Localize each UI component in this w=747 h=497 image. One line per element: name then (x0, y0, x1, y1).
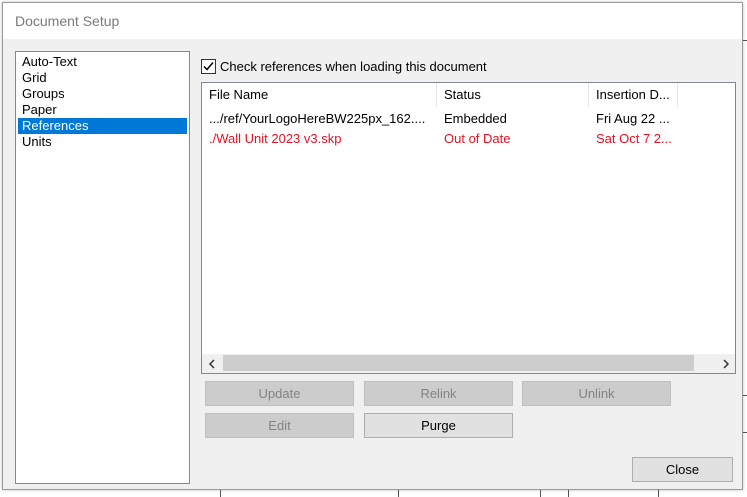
references-list[interactable]: File Name Status Insertion D... .../ref/… (201, 82, 736, 374)
document-setup-dialog: Document Setup Auto-Text Grid Groups Pap… (2, 2, 743, 490)
file-name-cell: .../ref/YourLogoHereBW225px_162.... (209, 111, 426, 126)
drawing-line (658, 490, 659, 497)
category-list[interactable]: Auto-Text Grid Groups Paper References U… (15, 51, 190, 484)
table-row[interactable]: ./Wall Unit 2023 v3.skp Out of Date Sat … (202, 129, 735, 149)
scroll-thumb[interactable] (223, 355, 694, 371)
references-list-header: File Name Status Insertion D... (202, 83, 735, 107)
status-cell: Out of Date (444, 131, 511, 146)
drawing-line (398, 490, 399, 497)
drawing-line (743, 432, 747, 433)
drawing-line (743, 395, 747, 396)
category-item-grid[interactable]: Grid (18, 70, 187, 86)
dialog-title: Document Setup (15, 13, 120, 29)
checkmark-icon (203, 61, 214, 71)
category-item-auto-text[interactable]: Auto-Text (18, 54, 187, 70)
column-header-insertion-date[interactable]: Insertion D... (589, 83, 678, 107)
drawing-line (540, 490, 541, 497)
file-name-cell: ./Wall Unit 2023 v3.skp (209, 131, 342, 146)
category-item-groups[interactable]: Groups (18, 86, 187, 102)
update-button[interactable]: Update (205, 381, 354, 406)
check-references-option[interactable]: Check references when loading this docum… (201, 57, 487, 75)
references-list-body: .../ref/YourLogoHereBW225px_162.... Embe… (202, 109, 735, 149)
column-header-status[interactable]: Status (437, 83, 589, 107)
category-item-references[interactable]: References (18, 118, 187, 134)
check-references-label: Check references when loading this docum… (220, 58, 487, 74)
table-row[interactable]: .../ref/YourLogoHereBW225px_162.... Embe… (202, 109, 735, 129)
drawing-line (220, 490, 221, 497)
check-references-checkbox[interactable] (201, 58, 216, 74)
scroll-track[interactable] (221, 354, 716, 373)
status-cell: Embedded (444, 111, 507, 126)
purge-button[interactable]: Purge (364, 413, 513, 438)
relink-button[interactable]: Relink (364, 381, 513, 406)
drawing-line (568, 490, 569, 497)
insertion-date-cell: Sat Oct 7 2... (596, 131, 672, 146)
column-header-file-name[interactable]: File Name (202, 83, 437, 107)
category-item-units[interactable]: Units (18, 134, 187, 150)
drawing-line (743, 40, 747, 41)
title-bar[interactable]: Document Setup (3, 3, 742, 39)
chevron-right-icon[interactable] (716, 354, 735, 373)
horizontal-scrollbar[interactable] (202, 354, 735, 373)
insertion-date-cell: Fri Aug 22 ... (596, 111, 670, 126)
edit-button[interactable]: Edit (205, 413, 354, 438)
chevron-left-icon[interactable] (202, 354, 221, 373)
unlink-button[interactable]: Unlink (522, 381, 671, 406)
category-item-paper[interactable]: Paper (18, 102, 187, 118)
close-button[interactable]: Close (632, 457, 733, 482)
